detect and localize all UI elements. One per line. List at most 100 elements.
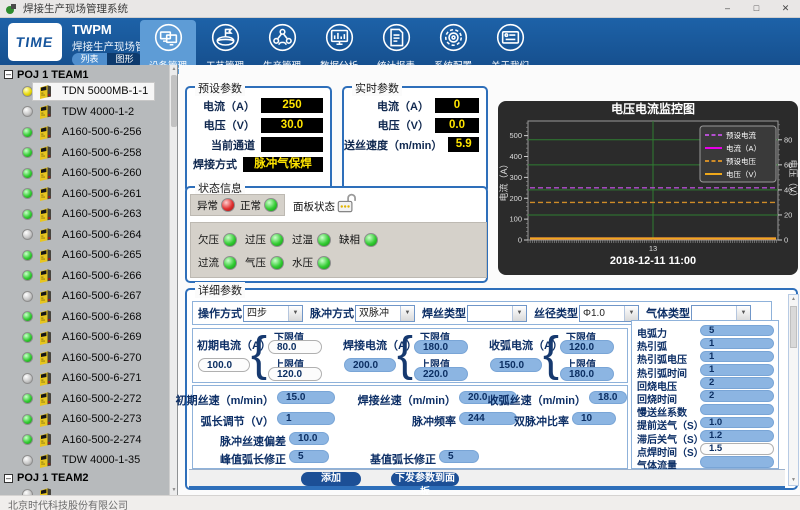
- upper-limit-field[interactable]: 220.0: [414, 367, 468, 381]
- device-tree-panel: –POJ 1 TEAM1TDN 5000MB-1-1TDW 4000-1-2A1…: [0, 65, 178, 495]
- extra-param-field[interactable]: 5: [700, 325, 774, 337]
- maximize-button[interactable]: □: [742, 0, 771, 18]
- current-value-field[interactable]: 150.0: [490, 358, 542, 372]
- dropdown-select[interactable]: 双脉冲▼: [355, 305, 415, 322]
- extra-param-field[interactable]: 1: [700, 338, 774, 350]
- parameter-row: 电压（V）0.0: [344, 116, 486, 136]
- tree-item[interactable]: A160-500-6-260: [0, 163, 170, 184]
- extra-param-field[interactable]: 1.0: [700, 417, 774, 429]
- tree-item[interactable]: A160-500-6-258: [0, 143, 170, 164]
- dropdown-select[interactable]: ▼: [467, 305, 527, 322]
- extra-param-row: 慢送丝系数: [632, 403, 778, 416]
- device-status-led: [22, 270, 33, 281]
- tree-item-body: TDN 5000MB-1-1: [33, 83, 154, 100]
- alarm-led: [270, 256, 284, 270]
- scroll-down-icon[interactable]: ▼: [170, 486, 178, 495]
- tree-item[interactable]: TDW 4000-1-35: [0, 450, 170, 471]
- tree-item-body: [33, 486, 53, 495]
- tree-item[interactable]: TDW 4000-1-2: [0, 102, 170, 123]
- detail-scrollbar[interactable]: ▲ ▼: [788, 294, 799, 486]
- tree-item[interactable]: A160-500-6-263: [0, 204, 170, 225]
- tree-group-header[interactable]: –POJ 1 TEAM2: [0, 472, 170, 485]
- tree-item[interactable]: A160-500-6-264: [0, 225, 170, 246]
- scroll-up-icon[interactable]: ▲: [789, 295, 798, 304]
- welding-machine-icon: [38, 431, 53, 448]
- unlock-icon: [335, 191, 359, 215]
- dropdown-label: 脉冲方式: [310, 305, 354, 321]
- param-value-field[interactable]: 18.0: [589, 391, 627, 404]
- extra-param-field[interactable]: 2: [700, 390, 774, 402]
- chevron-down-icon[interactable]: ▼: [288, 306, 302, 321]
- wire-speed-panel: 初期丝速（m/min）15.0焊接丝速（m/min）20.0收弧丝速（m/min…: [192, 385, 628, 469]
- param-value-field[interactable]: 5: [439, 450, 479, 463]
- tree-item[interactable]: A160-500-6-268: [0, 307, 170, 328]
- tree-item-body: A160-500-6-271: [33, 370, 142, 387]
- voltage-current-chart: 电压电流监控图0100200300400500020406080132018-1…: [498, 101, 798, 275]
- param-value-field[interactable]: 10.0: [289, 432, 329, 445]
- extra-param-field[interactable]: 1.2: [700, 430, 774, 442]
- brace-glyph: {: [251, 326, 267, 381]
- scroll-down-icon[interactable]: ▼: [789, 476, 798, 485]
- welding-machine-icon: [38, 165, 53, 182]
- tree-item[interactable]: A160-500-6-256: [0, 122, 170, 143]
- chevron-down-icon[interactable]: ▼: [512, 306, 526, 321]
- lower-limit-field[interactable]: 120.0: [560, 340, 614, 354]
- collapse-icon[interactable]: –: [4, 70, 13, 79]
- tree-item[interactable]: TDN 5000MB-1-1: [0, 81, 170, 102]
- sidebar-scrollbar[interactable]: ▲ ▼: [169, 65, 177, 495]
- tree-item[interactable]: A160-500-2-274: [0, 430, 170, 451]
- extra-param-field[interactable]: 1: [700, 364, 774, 376]
- abnormal-label: 异常: [197, 198, 218, 213]
- lcd-display: [261, 137, 323, 152]
- dropdown-select[interactable]: ▼: [691, 305, 751, 322]
- tree-item[interactable]: A160-500-6-265: [0, 245, 170, 266]
- chevron-down-icon[interactable]: ▼: [624, 306, 638, 321]
- extra-param-row: 电弧力5: [632, 324, 778, 337]
- tree-item-body: A160-500-6-270: [33, 349, 142, 366]
- device-name: A160-500-6-271: [62, 372, 142, 384]
- scroll-up-icon[interactable]: ▲: [170, 65, 178, 74]
- extra-param-field[interactable]: 1: [700, 351, 774, 363]
- system-config-icon: [439, 23, 468, 57]
- group-label: POJ 1 TEAM2: [17, 472, 89, 484]
- chevron-down-icon[interactable]: ▼: [400, 306, 414, 321]
- tree-item[interactable]: A160-500-6-270: [0, 348, 170, 369]
- upper-limit-field[interactable]: 120.0: [268, 367, 322, 381]
- tree-item[interactable]: A160-500-6-261: [0, 184, 170, 205]
- extra-param-field[interactable]: 2: [700, 377, 774, 389]
- extra-param-field[interactable]: 1.5: [700, 443, 774, 455]
- status-info-group: 状态信息 异常 正常 面板状态 欠压过压过温缺相过流气压水压: [185, 186, 488, 283]
- tree-item[interactable]: A160-500-6-269: [0, 327, 170, 348]
- device-status-led: [22, 147, 33, 158]
- svg-text:400: 400: [509, 152, 522, 161]
- close-button[interactable]: ✕: [771, 0, 800, 18]
- extra-param-field[interactable]: [700, 456, 774, 468]
- current-value-field[interactable]: 200.0: [344, 358, 396, 372]
- welding-machine-icon: [38, 329, 53, 346]
- tree-group-header[interactable]: –POJ 1 TEAM1: [0, 68, 170, 81]
- current-value-field[interactable]: 100.0: [198, 358, 250, 372]
- chevron-down-icon[interactable]: ▼: [736, 306, 750, 321]
- dropdown-select[interactable]: Φ1.0▼: [579, 305, 639, 322]
- window-title: 焊接生产现场管理系统: [23, 1, 128, 16]
- tree-item[interactable]: A160-500-6-267: [0, 286, 170, 307]
- lower-limit-field[interactable]: 180.0: [414, 340, 468, 354]
- param-value-field[interactable]: 10: [572, 412, 616, 425]
- collapse-icon[interactable]: –: [4, 474, 13, 483]
- tree-item[interactable]: A160-500-6-271: [0, 368, 170, 389]
- panel-state-label: 面板状态: [293, 199, 335, 214]
- parameter-row: 电压（V）30.0: [187, 116, 330, 136]
- send-to-panel-button[interactable]: 下发参数到面板: [391, 472, 459, 486]
- dropdown-select[interactable]: 四步▼: [243, 305, 303, 322]
- tree-item[interactable]: A160-500-6-266: [0, 266, 170, 287]
- scrollbar-thumb[interactable]: [171, 75, 177, 127]
- upper-limit-field[interactable]: 180.0: [560, 367, 614, 381]
- tree-item-body: A160-500-6-269: [33, 329, 142, 346]
- lower-limit-field[interactable]: 80.0: [268, 340, 322, 354]
- extra-param-field[interactable]: [700, 404, 774, 416]
- add-button[interactable]: 添加: [301, 472, 361, 486]
- scrollbar-thumb[interactable]: [790, 306, 797, 348]
- device-status-led: [22, 127, 33, 138]
- minimize-button[interactable]: –: [713, 0, 742, 18]
- tree-item[interactable]: [0, 485, 170, 496]
